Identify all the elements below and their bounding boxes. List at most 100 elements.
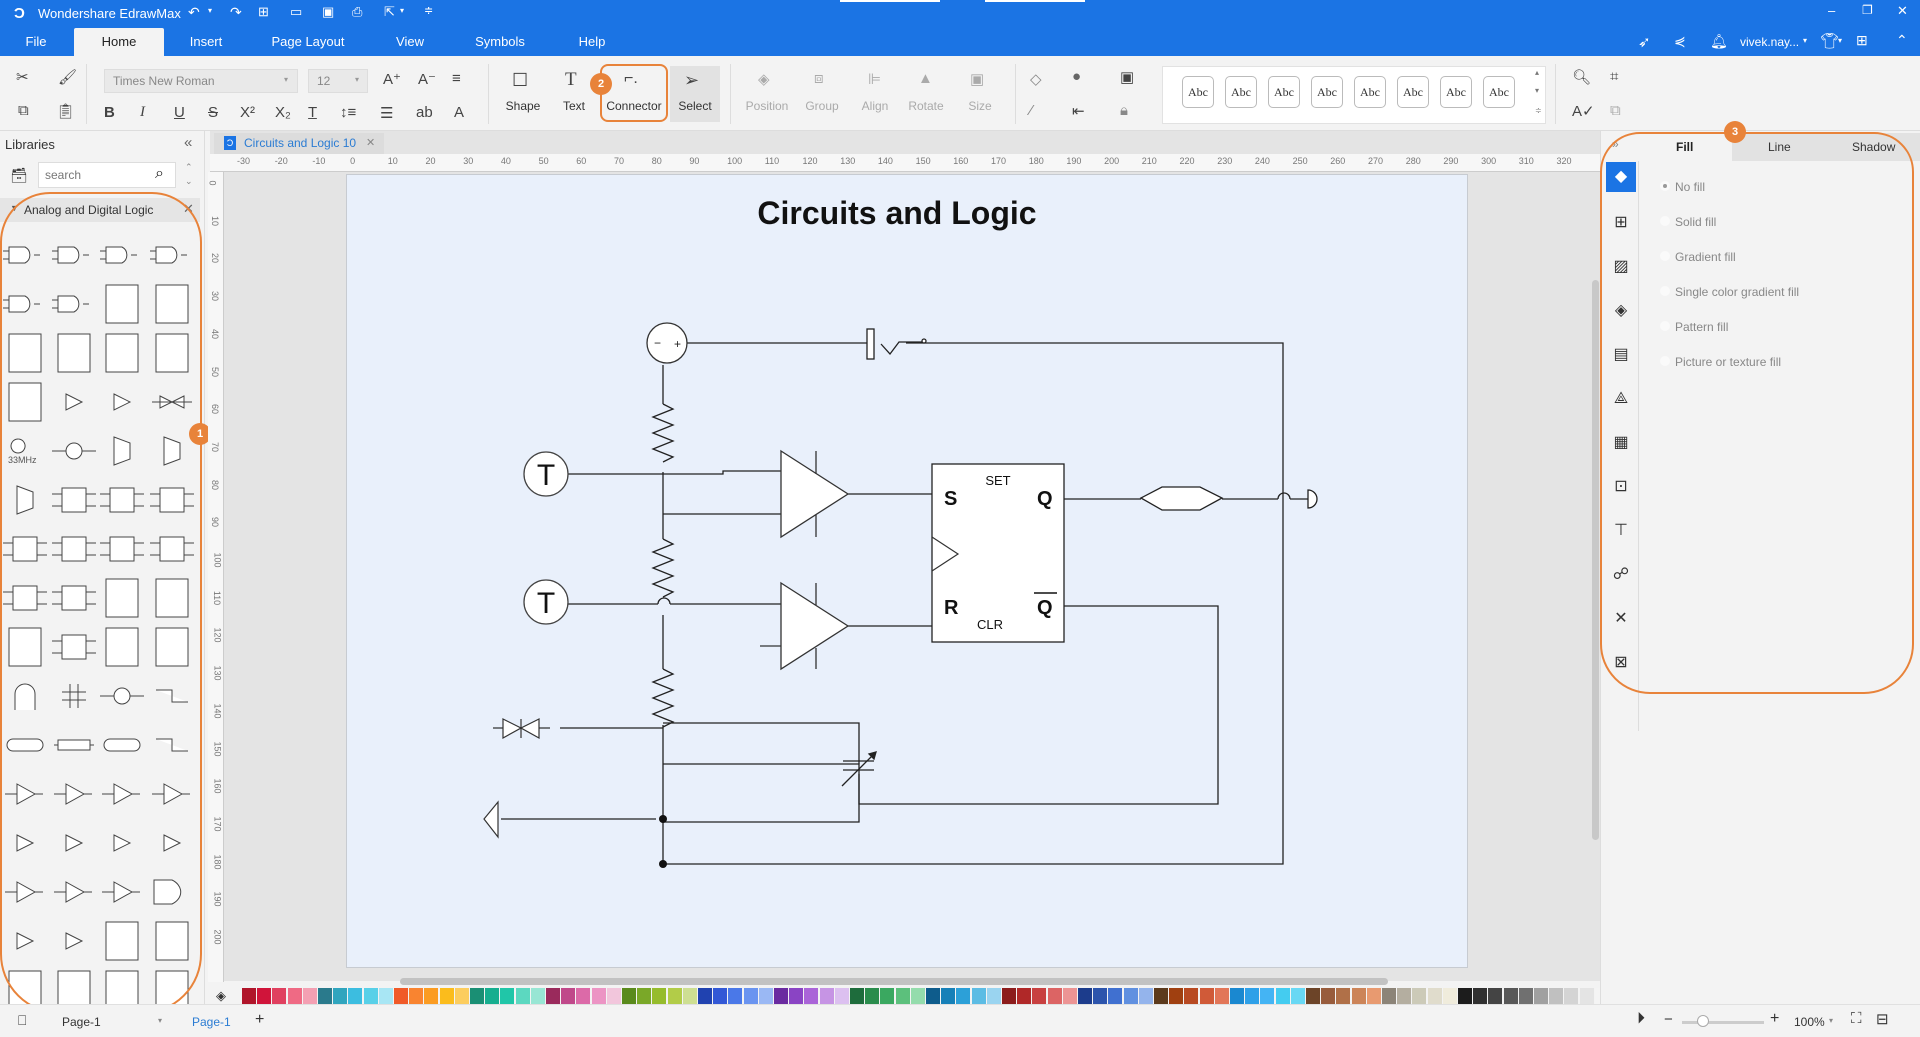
- color-swatch[interactable]: [1062, 988, 1077, 1004]
- diagram-title[interactable]: Circuits and Logic: [757, 195, 1036, 231]
- size-icon[interactable]: ▣: [970, 70, 984, 88]
- user-dropdown-icon[interactable]: ▾: [1803, 36, 1807, 45]
- menu-home[interactable]: Home: [74, 28, 164, 56]
- share-icon[interactable]: ⋞: [1674, 33, 1686, 50]
- group-icon[interactable]: ⧈: [814, 70, 824, 87]
- color-swatch[interactable]: [682, 988, 697, 1004]
- color-swatch[interactable]: [622, 988, 636, 1004]
- bold-icon[interactable]: B: [104, 104, 115, 121]
- redo-icon[interactable]: ↷: [230, 4, 242, 21]
- color-swatch[interactable]: [1397, 988, 1412, 1004]
- menu-file[interactable]: File: [14, 28, 58, 56]
- color-swatch[interactable]: [1199, 988, 1214, 1004]
- gallery-expand-icon[interactable]: ≑: [1535, 106, 1542, 115]
- output-terminal[interactable]: [1307, 489, 1318, 509]
- theme-frame-icon[interactable]: ▣: [1120, 68, 1134, 86]
- color-swatch[interactable]: [1518, 988, 1533, 1004]
- color-swatch[interactable]: [956, 988, 971, 1004]
- color-swatch[interactable]: [318, 988, 332, 1004]
- color-swatch[interactable]: [1002, 988, 1016, 1004]
- gallery-up-icon[interactable]: ▴: [1535, 68, 1539, 77]
- color-swatch[interactable]: [1108, 988, 1123, 1004]
- color-swatch[interactable]: [302, 988, 317, 1004]
- undo-dropdown-icon[interactable]: ▾: [208, 6, 212, 15]
- color-swatch[interactable]: [287, 988, 302, 1004]
- text-button[interactable]: Text: [544, 99, 604, 113]
- color-swatch[interactable]: [1534, 988, 1548, 1004]
- page-view-icon[interactable]: ⎕: [18, 1012, 26, 1029]
- color-swatch[interactable]: [941, 988, 956, 1004]
- notification-bell-icon[interactable]: 🔔︎: [1710, 33, 1728, 50]
- close-tab-icon[interactable]: ✕: [366, 136, 375, 149]
- color-swatch[interactable]: [804, 988, 819, 1004]
- amplifier[interactable]: [760, 581, 850, 671]
- color-swatch[interactable]: [910, 988, 925, 1004]
- style-preset[interactable]: Abc: [1225, 76, 1257, 108]
- color-swatch[interactable]: [1017, 988, 1032, 1004]
- gallery-down-icon[interactable]: ▾: [1535, 86, 1539, 95]
- color-swatch[interactable]: [1382, 988, 1396, 1004]
- color-swatch[interactable]: [1351, 988, 1366, 1004]
- rectangle-icon[interactable]: ☐: [512, 70, 528, 91]
- cursor-icon[interactable]: ➢: [684, 70, 699, 91]
- page-select[interactable]: Page-1: [62, 1015, 101, 1029]
- color-swatch[interactable]: [1366, 988, 1381, 1004]
- play-icon[interactable]: ⏵: [1637, 1010, 1645, 1028]
- spell-check-icon[interactable]: A✓: [1572, 102, 1595, 120]
- color-swatch[interactable]: [530, 988, 545, 1004]
- color-swatch[interactable]: [1473, 988, 1488, 1004]
- italic-icon[interactable]: I: [140, 104, 145, 121]
- color-swatch[interactable]: [1078, 988, 1092, 1004]
- color-swatch[interactable]: [971, 988, 986, 1004]
- color-swatch[interactable]: [576, 988, 591, 1004]
- color-swatch[interactable]: [394, 988, 408, 1004]
- color-swatch[interactable]: [454, 988, 469, 1004]
- color-swatch[interactable]: [1214, 988, 1229, 1004]
- minimize-button[interactable]: –: [1828, 3, 1835, 18]
- color-swatch[interactable]: [652, 988, 667, 1004]
- bullets-icon[interactable]: ☰: [380, 104, 393, 122]
- color-swatch[interactable]: [348, 988, 363, 1004]
- shape-style-icon[interactable]: ●: [1072, 68, 1081, 85]
- decrease-font-icon[interactable]: A⁻: [418, 70, 436, 88]
- style-preset[interactable]: Abc: [1483, 76, 1515, 108]
- style-preset[interactable]: Abc: [1268, 76, 1300, 108]
- rotate-button[interactable]: Rotate: [896, 99, 956, 113]
- font-color-icon[interactable]: A: [454, 104, 464, 121]
- format-painter-icon[interactable]: 🖌︎: [58, 68, 77, 86]
- undo-icon[interactable]: ↶: [188, 4, 200, 21]
- color-swatch[interactable]: [834, 988, 849, 1004]
- style-preset[interactable]: Abc: [1397, 76, 1429, 108]
- color-swatch[interactable]: [1442, 988, 1457, 1004]
- resistor[interactable]: [651, 668, 675, 728]
- color-swatch[interactable]: [1458, 988, 1472, 1004]
- text-align-icon[interactable]: ≡: [452, 70, 461, 87]
- amplifier[interactable]: [780, 449, 850, 539]
- color-swatch[interactable]: [850, 988, 864, 1004]
- battery-switch[interactable]: [866, 328, 927, 360]
- color-swatch[interactable]: [1154, 988, 1168, 1004]
- scroll-down-icon[interactable]: ⌄: [185, 176, 193, 187]
- thermistor[interactable]: T: [523, 579, 569, 625]
- add-page-icon[interactable]: +: [255, 1011, 264, 1029]
- resistor[interactable]: [651, 538, 675, 598]
- color-swatch[interactable]: [758, 988, 773, 1004]
- underline-icon[interactable]: U: [174, 104, 185, 121]
- color-swatch[interactable]: [561, 988, 576, 1004]
- cut-icon[interactable]: ✂: [16, 68, 29, 86]
- color-swatch[interactable]: [880, 988, 895, 1004]
- scroll-up-icon[interactable]: ⌃: [185, 162, 193, 173]
- color-swatch[interactable]: [1290, 988, 1305, 1004]
- color-swatch[interactable]: [378, 988, 393, 1004]
- zoom-dropdown-icon[interactable]: ▾: [1829, 1016, 1833, 1025]
- color-swatch[interactable]: [1275, 988, 1290, 1004]
- export-dropdown-icon[interactable]: ▾: [400, 6, 404, 15]
- text-case-icon[interactable]: ab: [416, 104, 433, 121]
- print-icon[interactable]: ⎙: [352, 4, 362, 20]
- apps-grid-icon[interactable]: ⊞: [1856, 32, 1868, 49]
- text-style-icon[interactable]: T̲: [308, 104, 317, 121]
- line-spacing-icon[interactable]: ↕≡: [340, 104, 356, 121]
- vertical-scrollbar[interactable]: [1592, 280, 1599, 840]
- replace-shape-icon[interactable]: ⧉: [1610, 102, 1621, 119]
- line-style-icon[interactable]: ⇤: [1072, 102, 1085, 120]
